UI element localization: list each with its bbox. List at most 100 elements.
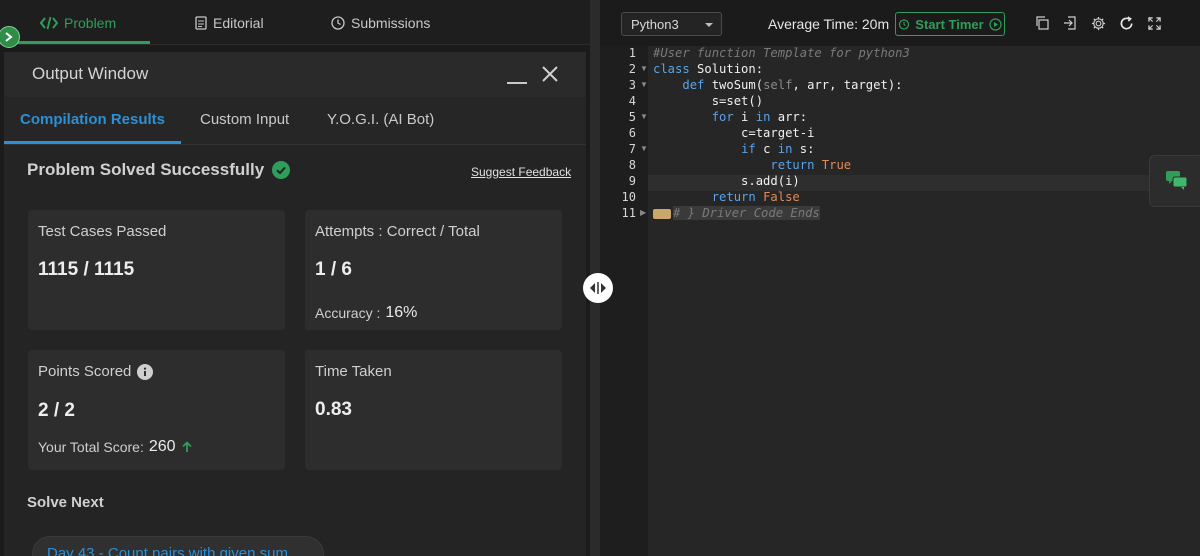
editor-pane: Python3 Average Time: 20m Start Timer 1 … <box>600 0 1200 556</box>
minimize-icon[interactable] <box>507 82 527 84</box>
tab-compilation-results[interactable]: Compilation Results <box>20 111 165 128</box>
test-cases-card: Test Cases Passed 1115 / 1115 <box>28 210 285 330</box>
language-select-value: Python3 <box>631 17 679 32</box>
code-line: if c in s: <box>653 142 814 156</box>
output-tab-indicator <box>4 141 181 144</box>
start-timer-label: Start Timer <box>915 16 984 32</box>
accuracy-value: 16% <box>385 304 418 321</box>
accuracy-label: Accuracy : <box>315 305 381 321</box>
code-keyword: return <box>770 158 815 172</box>
points-card: Points Scored 2 / 2 Your Total Score: 26… <box>28 350 285 470</box>
next-problem-button[interactable]: Day 43 - Count pairs with given sum <box>32 536 324 556</box>
chat-icon <box>1165 170 1189 192</box>
code-line: s.add(i) <box>653 174 800 188</box>
tab-submissions[interactable]: Submissions <box>331 0 430 45</box>
points-value: 2 / 2 <box>38 400 75 421</box>
start-timer-button[interactable]: Start Timer <box>895 12 1005 36</box>
tab-problem[interactable]: Problem <box>40 0 116 45</box>
attempts-value: 1 / 6 <box>315 259 352 280</box>
problem-tabs: Problem Editorial Submissions <box>0 0 590 45</box>
active-tab-indicator <box>10 41 150 44</box>
time-taken-card: Time Taken 0.83 <box>305 350 562 470</box>
code-literal: False <box>755 190 800 204</box>
language-select[interactable]: Python3 <box>621 12 722 36</box>
code-token: c <box>755 142 778 156</box>
tab-editorial[interactable]: Editorial <box>195 0 264 45</box>
fold-arrow-icon[interactable]: ▼ <box>640 144 648 153</box>
code-token: , arr, target): <box>792 78 903 92</box>
code-line: return False <box>653 190 800 204</box>
fold-arrow-icon[interactable]: ▼ <box>640 64 648 73</box>
editor-toolbar: Python3 Average Time: 20m Start Timer <box>600 0 1200 46</box>
fold-arrow-icon[interactable]: ▼ <box>640 112 648 121</box>
output-tabs: Compilation Results Custom Input Y.O.G.I… <box>4 97 586 145</box>
check-circle-icon <box>272 161 291 179</box>
code-keyword: return <box>711 190 756 204</box>
gear-icon[interactable] <box>1089 14 1107 32</box>
line-number: 8 <box>628 158 636 172</box>
resize-handle-icon[interactable] <box>583 273 613 303</box>
fullscreen-icon[interactable] <box>1145 14 1163 32</box>
code-line: for i in arr: <box>653 110 807 124</box>
points-label-row: Points Scored <box>38 363 154 380</box>
suggest-feedback-link[interactable]: Suggest Feedback <box>471 165 571 179</box>
total-score-label: Your Total Score: <box>38 439 144 455</box>
folded-code-icon[interactable] <box>653 208 671 219</box>
app-root: Problem Editorial Submissions Output Win <box>0 0 1200 556</box>
code-line: class Solution: <box>653 62 763 76</box>
code-token: twoSum( <box>704 78 764 92</box>
output-window-header: Output Window <box>4 52 586 97</box>
clock-icon <box>331 15 345 30</box>
code-keyword: in <box>777 142 793 156</box>
code-line: c=target-i <box>653 126 815 140</box>
code-text-area[interactable]: #User function Template for python3 clas… <box>648 46 1200 556</box>
close-icon[interactable] <box>540 64 560 84</box>
code-line: # } Driver Code Ends <box>653 206 820 220</box>
line-number: 1 <box>628 46 636 60</box>
tab-yogi-ai-bot[interactable]: Y.O.G.I. (AI Bot) <box>327 111 434 128</box>
line-number: 6 <box>628 126 636 140</box>
code-keyword: class <box>653 62 690 76</box>
code-keyword: def <box>682 78 705 92</box>
line-number-gutter: 1 2 ▼ 3 ▼ 4 5 ▼ 6 7 ▼ 8 9 10 11 ▶ <box>600 46 648 556</box>
problem-pane: Problem Editorial Submissions Output Win <box>0 0 590 556</box>
chevron-down-icon <box>705 23 713 27</box>
line-number: 11 <box>621 206 636 220</box>
code-line: s=set() <box>653 94 764 108</box>
total-score-value: 260 <box>148 438 176 455</box>
time-taken-label: Time Taken <box>315 363 392 380</box>
code-line: #User function Template for python3 <box>653 46 910 60</box>
result-status-text: Problem Solved Successfully <box>27 160 265 179</box>
code-keyword: if <box>741 142 756 156</box>
chat-button[interactable] <box>1149 155 1200 207</box>
arrow-up-icon <box>181 441 192 453</box>
line-number: 4 <box>628 94 636 108</box>
attempts-card: Attempts : Correct / Total 1 / 6 Accurac… <box>305 210 562 330</box>
attempts-label: Attempts : Correct / Total <box>315 223 480 240</box>
code-token: Solution: <box>689 62 764 76</box>
line-number: 10 <box>621 190 636 204</box>
code-editor[interactable]: 1 2 ▼ 3 ▼ 4 5 ▼ 6 7 ▼ 8 9 10 11 ▶ #User … <box>600 46 1200 556</box>
next-problem-label: Day 43 - Count pairs with given sum <box>47 545 288 556</box>
code-literal: True <box>814 158 852 172</box>
points-label: Points Scored <box>38 363 132 380</box>
tab-custom-input[interactable]: Custom Input <box>200 111 289 128</box>
code-line: def twoSum(self, arr, target): <box>653 78 903 92</box>
info-icon[interactable] <box>137 363 154 380</box>
output-window: Output Window Compilation Results Custom… <box>4 52 586 556</box>
fold-collapsed-icon[interactable]: ▶ <box>640 208 646 217</box>
output-window-title: Output Window <box>32 64 149 83</box>
result-status: Problem Solved Successfully <box>27 160 291 180</box>
import-icon[interactable] <box>1061 14 1079 32</box>
fold-arrow-icon[interactable]: ▼ <box>640 80 648 89</box>
reset-icon[interactable] <box>1117 14 1135 32</box>
alarm-clock-icon <box>898 18 910 30</box>
line-number: 7 <box>628 142 636 156</box>
copy-icon[interactable] <box>1033 14 1051 32</box>
line-number: 2 <box>628 62 636 76</box>
test-cases-label: Test Cases Passed <box>38 223 167 240</box>
